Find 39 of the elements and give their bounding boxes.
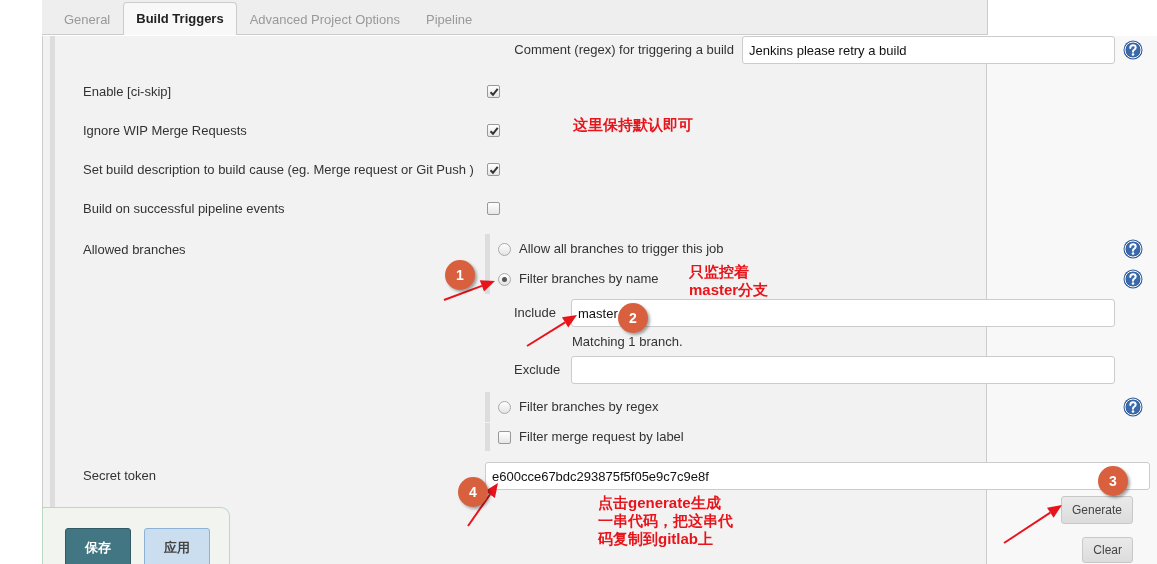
checkbox[interactable] <box>487 202 500 215</box>
help-icon[interactable] <box>1123 40 1143 60</box>
radio-button[interactable] <box>498 242 511 256</box>
radio-button[interactable] <box>498 272 511 286</box>
tab[interactable]: Build Triggers <box>123 2 237 35</box>
generate-button[interactable]: Generate <box>1060 496 1133 524</box>
annotation-arrow <box>1003 505 1062 544</box>
field-label: Include <box>514 304 557 323</box>
field-label: Comment (regex) for triggering a build <box>514 41 734 60</box>
option-label: Set build description to build cause (eg. Merge request or Git Push ) <box>83 160 475 179</box>
option-label: Filter branches by name <box>519 270 659 289</box>
checkbox[interactable] <box>487 163 500 176</box>
option-label: Enable [ci-skip] <box>83 82 173 101</box>
clear-button[interactable]: Clear <box>1082 537 1133 563</box>
checkbox[interactable] <box>487 85 500 98</box>
help-icon[interactable] <box>1123 269 1143 289</box>
option-label: Ignore WIP Merge Requests <box>83 121 248 140</box>
help-icon[interactable] <box>1123 397 1143 417</box>
field-label: Exclude <box>514 361 562 380</box>
annotation-arrow <box>467 483 498 527</box>
text-field[interactable]: Jenkins please retry a build <box>742 36 1115 64</box>
option-label: Build on successful pipeline events <box>83 199 286 218</box>
annotation-note: 只监控着 master分支 <box>689 263 769 299</box>
option-label: Filter merge request by label <box>519 428 684 447</box>
annotation-note: 这里保持默认即可 <box>573 116 693 134</box>
option-label: Filter branches by regex <box>519 398 659 417</box>
annotation-arrow <box>443 280 495 301</box>
field-label: Secret token <box>83 467 157 486</box>
text-field[interactable] <box>571 356 1115 384</box>
checkbox[interactable] <box>487 124 500 137</box>
annotation-note: 点击generate生成 一串代码，把这串代 码复制到gitlab上 <box>598 494 733 548</box>
help-icon[interactable] <box>1123 239 1143 259</box>
save-button[interactable]: 保存 <box>65 528 131 564</box>
checkbox[interactable] <box>498 430 511 444</box>
radio-button[interactable] <box>498 400 511 414</box>
apply-button[interactable]: 应用 <box>144 528 210 564</box>
match-note: Matching 1 branch. <box>572 332 683 351</box>
field-label: Allowed branches <box>83 241 187 259</box>
option-label: Allow all branches to trigger this job <box>519 240 724 259</box>
